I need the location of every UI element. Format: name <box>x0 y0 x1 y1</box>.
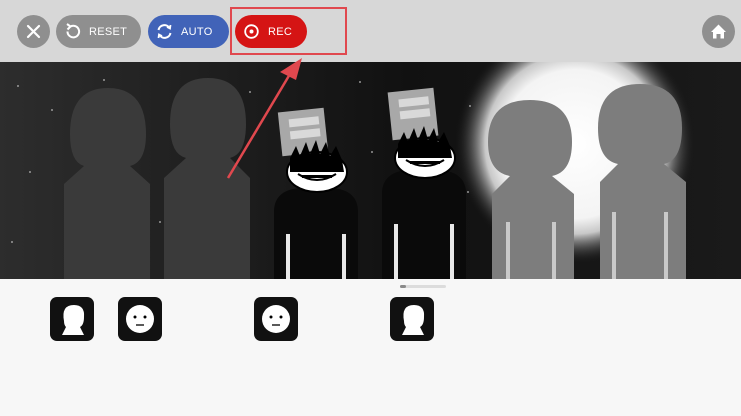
silhouette-head-icon <box>62 305 85 335</box>
auto-button[interactable]: AUTO <box>148 15 229 48</box>
reset-button[interactable]: RESET <box>56 15 141 48</box>
home-button[interactable] <box>702 15 735 48</box>
home-icon <box>702 15 735 48</box>
inactive-character[interactable] <box>598 84 686 279</box>
sound-icon-silhouette-head[interactable] <box>50 297 94 341</box>
face-icon <box>126 305 154 333</box>
sound-icon-tray <box>0 279 741 416</box>
sound-icon-silhouette-head[interactable] <box>390 297 434 341</box>
face-icon <box>262 305 290 333</box>
inactive-character[interactable] <box>164 78 250 279</box>
tray-scrollbar[interactable] <box>400 285 446 288</box>
close-button[interactable] <box>17 15 50 48</box>
reset-label: RESET <box>89 25 128 38</box>
reset-icon <box>56 15 89 48</box>
scrollbar-thumb[interactable] <box>400 285 406 288</box>
inactive-character[interactable] <box>488 100 574 279</box>
top-toolbar: RESET AUTO REC <box>0 0 741 62</box>
auto-label: AUTO <box>181 25 213 38</box>
silhouette-head-icon <box>402 305 425 335</box>
sound-icon-face[interactable] <box>254 297 298 341</box>
close-icon <box>17 15 50 48</box>
inactive-character[interactable] <box>64 88 150 279</box>
music-stage[interactable] <box>0 62 741 279</box>
sound-icon-face[interactable] <box>118 297 162 341</box>
refresh-icon <box>148 15 181 48</box>
rec-highlight-box <box>230 7 347 55</box>
